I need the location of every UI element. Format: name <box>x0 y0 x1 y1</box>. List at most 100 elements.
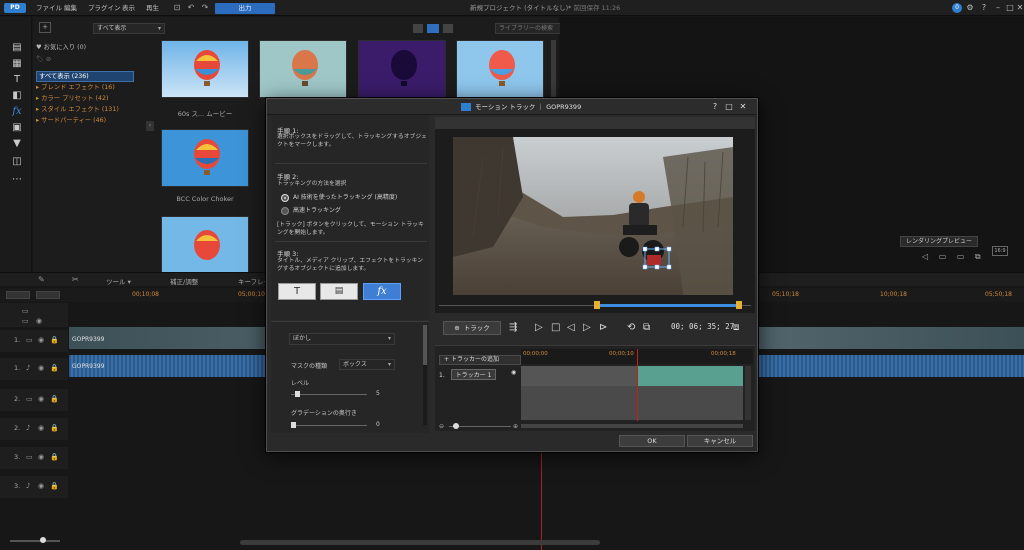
eye-icon[interactable]: ◉ <box>38 424 44 432</box>
transition-room-icon[interactable]: ◧ <box>10 89 24 103</box>
library-scrollbar[interactable] <box>551 40 556 100</box>
zoom-slider[interactable] <box>10 540 60 542</box>
effect-thumb[interactable] <box>161 40 249 98</box>
import-icon[interactable]: + <box>39 22 51 33</box>
menu-view[interactable]: 表示 <box>122 3 135 13</box>
zoom-out-icon[interactable]: ⊖ <box>439 423 444 430</box>
output-button[interactable]: 出力 <box>215 3 275 14</box>
audio-room-icon[interactable]: ◫ <box>10 155 24 169</box>
add-media-button[interactable]: ▤ <box>320 283 358 300</box>
menu-edit[interactable]: 編集 <box>64 3 77 13</box>
scissors-icon[interactable]: ✂ <box>72 275 79 284</box>
aspect-ratio-icon[interactable]: 16:9 <box>992 246 1008 256</box>
tracker-scrollbar[interactable] <box>745 366 751 420</box>
template-room-icon[interactable]: ▦ <box>10 57 24 71</box>
lock-icon[interactable]: 🔒 <box>50 364 59 372</box>
track-manager-icon[interactable] <box>6 291 30 299</box>
fit-timeline-icon[interactable] <box>36 291 60 299</box>
eye-icon[interactable]: ◉ <box>38 395 44 403</box>
eye-icon[interactable]: ◉ <box>38 482 44 490</box>
range-end-handle[interactable] <box>736 301 742 309</box>
track-button[interactable]: ⊕ トラック <box>443 321 501 335</box>
gradient-slider-knob[interactable] <box>291 422 296 428</box>
cancel-button[interactable]: キャンセル <box>687 435 753 447</box>
fast-tracking-label[interactable]: 高速トラッキング <box>293 207 341 215</box>
fast-forward-icon[interactable]: ⊳ <box>599 322 607 334</box>
settings-icon[interactable]: ⚙ <box>964 2 976 14</box>
more-icon[interactable]: ⋯ <box>10 173 24 187</box>
maximize-icon[interactable]: □ <box>723 101 735 113</box>
view-dropdown[interactable]: すべて表示 ▾ <box>93 23 165 34</box>
eye-icon[interactable]: ◉ <box>511 369 516 376</box>
close-icon[interactable]: ✕ <box>1014 2 1024 14</box>
close-icon[interactable]: ✕ <box>737 101 749 113</box>
tag-icon[interactable]: 🏷 ⊘ <box>36 55 51 64</box>
effect-type-dropdown[interactable]: ぼかし ▾ <box>289 333 395 345</box>
eye-icon[interactable]: ◉ <box>38 453 44 461</box>
preview-tool-icons[interactable]: ◁ ▭ ▭ ⧉ <box>922 252 985 262</box>
detail-view-icon[interactable] <box>443 24 453 33</box>
ai-tracking-radio[interactable] <box>281 194 289 202</box>
tree-item-third-party[interactable]: ▸ サードパーティー (46) <box>36 116 106 125</box>
particle-room-icon[interactable]: ▼ <box>10 137 24 151</box>
tree-item-all[interactable]: すべて表示 (236) <box>36 71 134 82</box>
add-title-button[interactable]: T <box>278 283 316 300</box>
prev-frame-icon[interactable]: ◁ <box>567 322 575 334</box>
menu-playback[interactable]: 再生 <box>146 3 159 13</box>
fast-tracking-radio[interactable] <box>281 207 289 215</box>
effect-thumb[interactable] <box>259 40 347 98</box>
view-mode-icon[interactable]: ⧈ <box>733 322 739 334</box>
effect-thumb[interactable] <box>161 216 249 274</box>
effect-thumb[interactable] <box>456 40 544 98</box>
video-frame[interactable] <box>453 137 733 295</box>
minimize-icon[interactable]: – <box>992 2 1004 14</box>
media-room-icon[interactable]: ▤ <box>10 41 24 55</box>
stop-icon[interactable]: □ <box>551 322 560 334</box>
collapse-tree-icon[interactable]: ‹ <box>146 121 154 131</box>
tree-item-style[interactable]: ▸ スタイル エフェクト (131) <box>36 105 119 114</box>
pen-icon[interactable]: ✎ <box>38 275 45 284</box>
tracker-row[interactable]: 1. トラッカー 1 ◉ <box>439 369 519 380</box>
level-slider-knob[interactable] <box>295 391 300 397</box>
lock-icon[interactable]: 🔒 <box>50 453 59 461</box>
snapshot-icon[interactable]: ⧉ <box>643 322 650 334</box>
tracker-lane[interactable] <box>521 366 743 386</box>
lock-icon[interactable]: 🔒 <box>50 395 59 403</box>
tools-menu[interactable]: ツール ▾ <box>106 276 131 286</box>
fullscreen-icon[interactable]: ⊡ <box>172 3 182 13</box>
mask-type-dropdown[interactable]: ボックス ▾ <box>339 359 395 370</box>
tracker-clip[interactable] <box>638 366 743 386</box>
eye-icon[interactable]: ◉ <box>38 336 44 344</box>
timecode[interactable]: 00; 06; 35; 27 <box>671 322 734 331</box>
ok-button[interactable]: OK <box>619 435 685 447</box>
zoom-slider-knob[interactable] <box>40 537 46 543</box>
play-icon[interactable]: ▷ <box>535 322 543 334</box>
help-icon[interactable]: ? <box>978 2 990 14</box>
menu-plugins[interactable]: プラグイン <box>88 3 121 13</box>
fix-enhance-menu[interactable]: 補正/調整 <box>170 276 198 286</box>
tree-item-color-preset[interactable]: ▸ カラー プリセット (42) <box>36 94 108 103</box>
next-frame-icon[interactable]: ▷ <box>583 322 591 334</box>
eye-icon[interactable]: ◉ <box>38 364 44 372</box>
list-view-icon[interactable] <box>413 24 423 33</box>
add-tracker-button[interactable]: + トラッカーの追加 <box>439 355 521 365</box>
effect-panel-scrollbar[interactable] <box>423 325 427 425</box>
tree-item-favorites[interactable]: ♥ お気に入り (0) <box>36 43 86 52</box>
eye-icon[interactable]: ◉ <box>36 317 42 325</box>
effect-room-icon[interactable]: fx <box>10 105 24 119</box>
lock-icon[interactable]: 🔒 <box>50 482 59 490</box>
tracker-name[interactable]: トラッカー 1 <box>450 369 497 380</box>
timeline-scrollbar[interactable] <box>240 540 600 545</box>
effect-thumb[interactable] <box>358 40 446 98</box>
zoom-knob[interactable] <box>453 423 459 429</box>
title-room-icon[interactable]: T <box>10 73 24 87</box>
tracker-hscroll[interactable] <box>521 424 743 428</box>
redo-icon[interactable]: ↷ <box>200 3 210 13</box>
lock-icon[interactable]: 🔒 <box>50 424 59 432</box>
help-icon[interactable]: ? <box>709 101 721 113</box>
notification-badge[interactable]: 0 <box>952 3 962 13</box>
menu-file[interactable]: ファイル <box>36 3 62 13</box>
effect-thumb[interactable] <box>161 129 249 187</box>
undo-icon[interactable]: ↶ <box>186 3 196 13</box>
gradient-slider[interactable] <box>291 425 367 426</box>
